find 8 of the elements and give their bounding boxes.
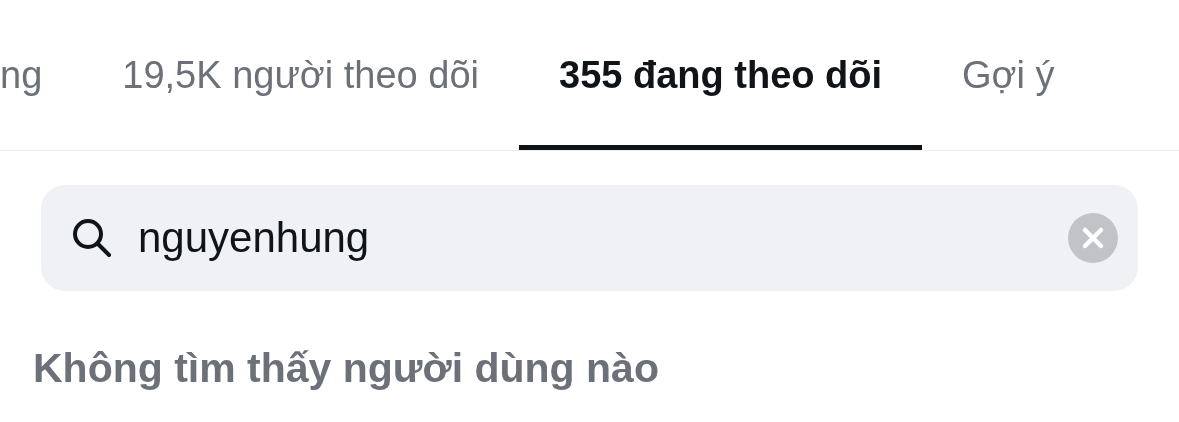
empty-message: Không tìm thấy người dùng nào bbox=[33, 345, 660, 392]
tab[interactable]: Gợi ý bbox=[922, 0, 1095, 150]
tab[interactable]: 19,5K người theo dõi bbox=[82, 0, 519, 150]
search-icon bbox=[71, 217, 113, 259]
tab[interactable]: ng bbox=[0, 0, 83, 150]
search-field[interactable]: nguyenhung bbox=[41, 185, 1138, 291]
tab[interactable]: 355 đang theo dõi bbox=[519, 0, 923, 150]
clear-icon[interactable] bbox=[1068, 213, 1118, 263]
